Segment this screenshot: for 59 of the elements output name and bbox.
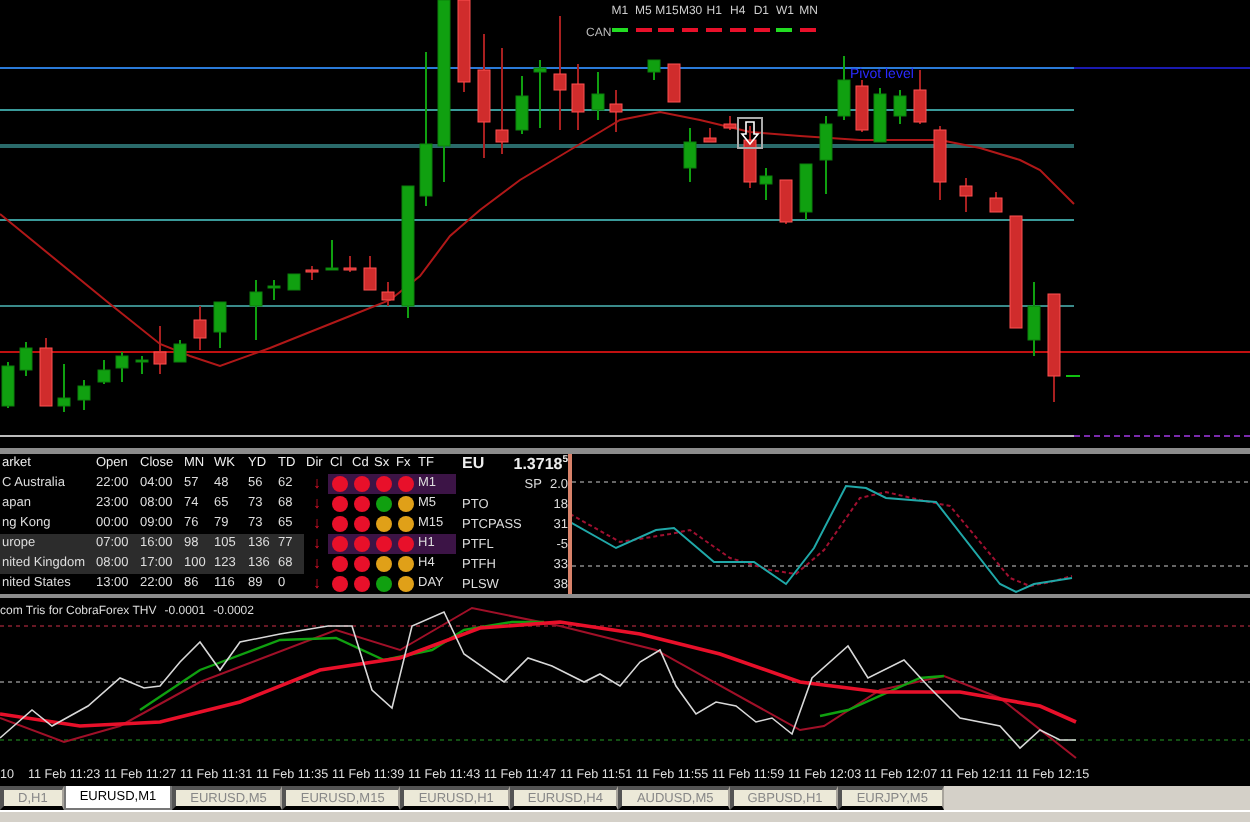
candle <box>571 63 585 131</box>
candle <box>1027 281 1041 357</box>
direction-arrow: ↓ <box>311 474 323 494</box>
candle <box>495 47 509 155</box>
candle <box>819 115 833 195</box>
candle <box>153 325 167 375</box>
candle <box>989 191 1003 213</box>
candle <box>837 55 851 121</box>
direction-arrow: ↓ <box>311 534 323 554</box>
symbol-label: EU <box>462 454 485 474</box>
candle <box>213 301 227 349</box>
candle <box>683 127 697 183</box>
candle <box>533 59 547 129</box>
candle <box>893 89 907 125</box>
candle <box>325 239 339 271</box>
candle <box>647 59 661 81</box>
candle <box>249 279 263 341</box>
candle <box>553 15 567 131</box>
candle <box>723 115 737 131</box>
candle <box>343 255 357 273</box>
candle <box>1047 293 1061 403</box>
candle <box>39 337 53 407</box>
candle <box>115 351 129 383</box>
candle <box>267 279 281 301</box>
candle <box>477 33 491 159</box>
candle <box>933 125 947 201</box>
candle <box>77 379 91 411</box>
candle <box>305 265 319 281</box>
candle <box>591 71 605 121</box>
candle <box>381 281 395 307</box>
candle <box>19 341 33 377</box>
candle <box>363 255 377 291</box>
candle <box>57 363 71 413</box>
candle <box>913 69 927 125</box>
candle <box>799 163 813 221</box>
candle <box>135 355 149 375</box>
candle <box>1009 215 1023 329</box>
candle <box>609 89 623 133</box>
down-arrow-icon <box>737 117 763 149</box>
candle <box>1 361 15 409</box>
candle <box>287 273 301 291</box>
candle <box>873 87 887 143</box>
candle <box>703 127 717 143</box>
candle <box>959 177 973 213</box>
candle <box>457 0 471 93</box>
candle <box>193 305 207 351</box>
direction-arrow: ↓ <box>311 574 323 594</box>
direction-arrow: ↓ <box>311 514 323 534</box>
candle <box>515 75 529 135</box>
candle <box>855 79 869 133</box>
candle <box>779 179 793 225</box>
direction-arrow: ↓ <box>311 554 323 574</box>
direction-arrow: ↓ <box>311 494 323 514</box>
candle <box>97 359 111 385</box>
price-value: 1.3718$^{5}$ <box>513 454 568 474</box>
price-marker <box>1065 375 1081 377</box>
candle <box>173 339 187 363</box>
candle <box>667 63 681 103</box>
candle <box>401 185 415 319</box>
